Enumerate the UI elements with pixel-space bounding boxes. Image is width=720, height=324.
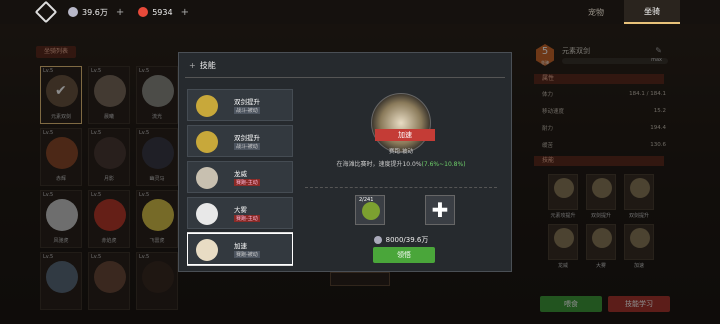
skill-item-name: 龙威 — [234, 170, 247, 178]
currency-silver: 39.6万 + — [68, 7, 124, 18]
skill-item-name: 大雾 — [234, 206, 247, 214]
skill-item-icon — [196, 167, 218, 189]
skill-large-icon — [371, 93, 431, 153]
tab-mounts[interactable]: 坐骑 — [624, 0, 680, 24]
add-silver-icon[interactable]: + — [116, 7, 124, 18]
material-count: 2/241 — [359, 197, 374, 203]
material-slot[interactable]: 2/241 — [355, 195, 385, 225]
cost-row: 8000/39.6万 — [299, 235, 503, 245]
add-gem-icon[interactable]: + — [181, 7, 189, 18]
silver-coin-icon — [68, 7, 78, 17]
skill-name-banner: 加速 — [375, 129, 435, 141]
flame-gem-icon — [138, 7, 149, 17]
skill-item-name: 双剑提升 — [234, 134, 260, 142]
skill-item-icon — [196, 131, 218, 153]
detail-divider — [305, 187, 497, 188]
silver-coin-icon — [373, 236, 382, 244]
skill-description: 在海滩比赛时，速度提升10.0%(7.6%~10.8%) — [299, 159, 503, 168]
skill-description-range: (7.6%~10.8%) — [421, 161, 466, 168]
skill-description-text: 在海滩比赛时，速度提升10.0% — [336, 161, 422, 168]
skill-list-item[interactable]: 双剑提升 战斗-被动 — [187, 125, 293, 157]
add-material-button[interactable]: ✚ — [425, 195, 455, 225]
skill-list-item[interactable]: 双剑提升 战斗-被动 — [187, 89, 293, 121]
skill-list-item[interactable]: 大雾 赛跑-主动 — [187, 197, 293, 229]
cost-value: 8000/39.6万 — [385, 236, 429, 244]
learn-button[interactable]: 领悟 — [373, 247, 435, 263]
tab-pets[interactable]: 宠物 — [568, 0, 624, 24]
header-dot-icon: + — [189, 60, 196, 70]
top-bar: 39.6万 + 5934 + 宠物 坐骑 — [0, 0, 720, 24]
menu-logo-icon[interactable] — [34, 0, 58, 24]
grape-item-icon — [362, 202, 380, 220]
skill-item-icon — [196, 95, 218, 117]
currency-silver-value: 39.6万 — [82, 7, 108, 17]
skill-item-name: 加速 — [234, 242, 247, 250]
modal-header: + 技能 — [179, 53, 513, 77]
skill-item-type: 赛跑-主动 — [234, 215, 260, 222]
skill-item-type: 赛跑-被动 — [234, 251, 260, 258]
modal-title: 技能 — [199, 60, 216, 70]
skill-item-type: 战斗-被动 — [234, 107, 260, 114]
skill-list-item[interactable]: 加速 赛跑-被动 — [187, 232, 293, 266]
skill-item-icon — [196, 203, 218, 225]
skill-list-item[interactable]: 龙威 赛跑-主动 — [187, 161, 293, 193]
skill-item-type: 战斗-被动 — [234, 143, 260, 150]
skill-list[interactable]: 双剑提升 战斗-被动 双剑提升 战斗-被动 龙威 赛跑-主动 大雾 赛跑-主动 加速 赛跑-被动 — [187, 83, 293, 269]
skill-modal: + 技能 双剑提升 战斗-被动 双剑提升 战斗-被动 龙威 赛跑-主动 大雾 赛跑-主动 加速 赛跑… — [178, 52, 512, 272]
header-divider — [185, 77, 505, 78]
currency-gem: 5934 + — [138, 7, 189, 18]
skill-item-name: 双剑提升 — [234, 98, 260, 106]
currency-gem-value: 5934 — [152, 7, 173, 17]
skill-item-icon — [196, 239, 218, 261]
skill-detail: 加速 赛跑-被动 在海滩比赛时，速度提升10.0%(7.6%~10.8%) 2/… — [299, 83, 503, 269]
skill-item-type: 赛跑-主动 — [234, 179, 260, 186]
skill-type: 赛跑-被动 — [389, 149, 413, 155]
